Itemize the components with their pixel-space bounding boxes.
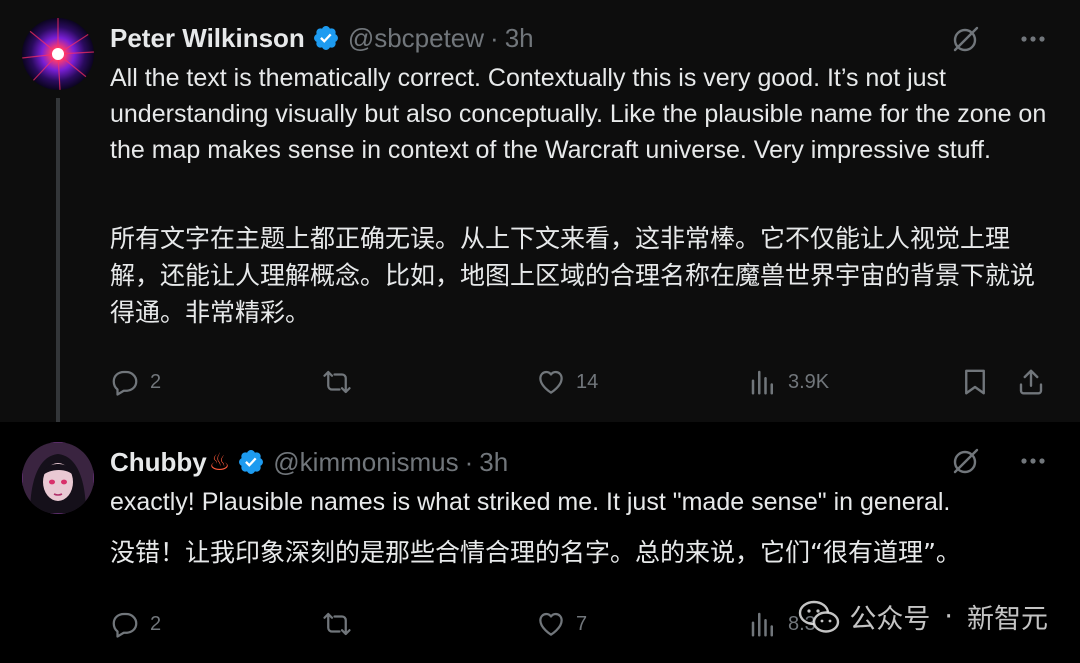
heart-icon xyxy=(539,370,563,394)
tweet-text-chinese: 没错！让我印象深刻的是那些合情合理的名字。总的来说，它们“很有道理”。 xyxy=(110,538,961,567)
avatar[interactable] xyxy=(22,18,94,90)
watermark-brand: 新智元 xyxy=(967,604,1048,635)
views-button[interactable]: 3.9K xyxy=(748,362,829,402)
retweet-button[interactable] xyxy=(322,604,352,644)
separator-dot: · xyxy=(464,446,474,477)
like-button[interactable]: 7 xyxy=(536,604,587,644)
hot-springs-emoji: ♨ xyxy=(208,448,231,476)
retweet-icon xyxy=(323,612,351,636)
tweet-peter-wilkinson[interactable]: Peter Wilkinson @sbcpetew · 3h All the t… xyxy=(0,0,1080,436)
like-count: 7 xyxy=(576,612,588,635)
tweet-action-bar: 2 14 3.9K xyxy=(110,362,1050,402)
more-icon[interactable] xyxy=(1016,22,1050,56)
tweet-top-actions xyxy=(948,444,1050,478)
heart-icon xyxy=(539,612,563,636)
author-name[interactable]: Peter Wilkinson xyxy=(110,23,305,54)
separator-dot: · xyxy=(490,22,499,53)
reply-button[interactable]: 2 xyxy=(110,604,161,644)
grok-icon[interactable] xyxy=(948,22,982,56)
verified-badge-icon xyxy=(239,450,264,474)
author-handle[interactable]: @sbcpetew xyxy=(348,23,484,54)
reply-icon xyxy=(112,370,138,396)
tweet-text-chinese: 所有文字在主题上都正确无误。从上下文来看，这非常棒。它不仅能让人视觉上理解，还能… xyxy=(110,224,1036,327)
reply-icon xyxy=(112,612,138,638)
like-count: 14 xyxy=(576,370,599,393)
reply-count: 2 xyxy=(150,612,162,635)
tweet-text-english: exactly! Plausible names is what striked… xyxy=(110,488,951,516)
reply-count: 2 xyxy=(150,370,162,393)
view-count: 3.9K xyxy=(788,370,830,393)
avatar[interactable] xyxy=(22,442,94,514)
reply-button[interactable]: 2 xyxy=(110,362,161,402)
verified-badge-icon xyxy=(313,26,338,50)
tweet-top-actions xyxy=(948,22,1050,56)
watermark-channel: 公众号 xyxy=(849,604,931,635)
grok-icon[interactable] xyxy=(948,444,982,478)
watermark-separator: · xyxy=(944,601,953,632)
author-name[interactable]: Chubby xyxy=(110,447,207,478)
share-button[interactable] xyxy=(1016,362,1046,402)
tweet-header: Chubby ♨ @kimmonismus · 3h xyxy=(110,444,508,480)
share-icon xyxy=(1019,369,1043,395)
timestamp[interactable]: 3h xyxy=(505,23,534,54)
more-icon[interactable] xyxy=(1016,444,1050,478)
views-icon xyxy=(751,370,773,395)
retweet-button[interactable] xyxy=(322,362,352,402)
tweet-text-english: All the text is thematically correct. Co… xyxy=(110,64,1047,164)
like-button[interactable]: 14 xyxy=(536,362,598,402)
watermark: 公众号 · 新智元 xyxy=(797,597,1048,636)
views-icon xyxy=(751,612,773,637)
thread-line xyxy=(56,98,60,436)
retweet-icon xyxy=(323,370,351,394)
bookmark-icon xyxy=(965,369,985,395)
tweet-header: Peter Wilkinson @sbcpetew · 3h xyxy=(110,20,534,56)
wechat-icon xyxy=(799,600,840,633)
bookmark-button[interactable] xyxy=(960,362,990,402)
timestamp[interactable]: 3h xyxy=(479,447,508,478)
author-handle[interactable]: @kimmonismus xyxy=(273,447,458,478)
